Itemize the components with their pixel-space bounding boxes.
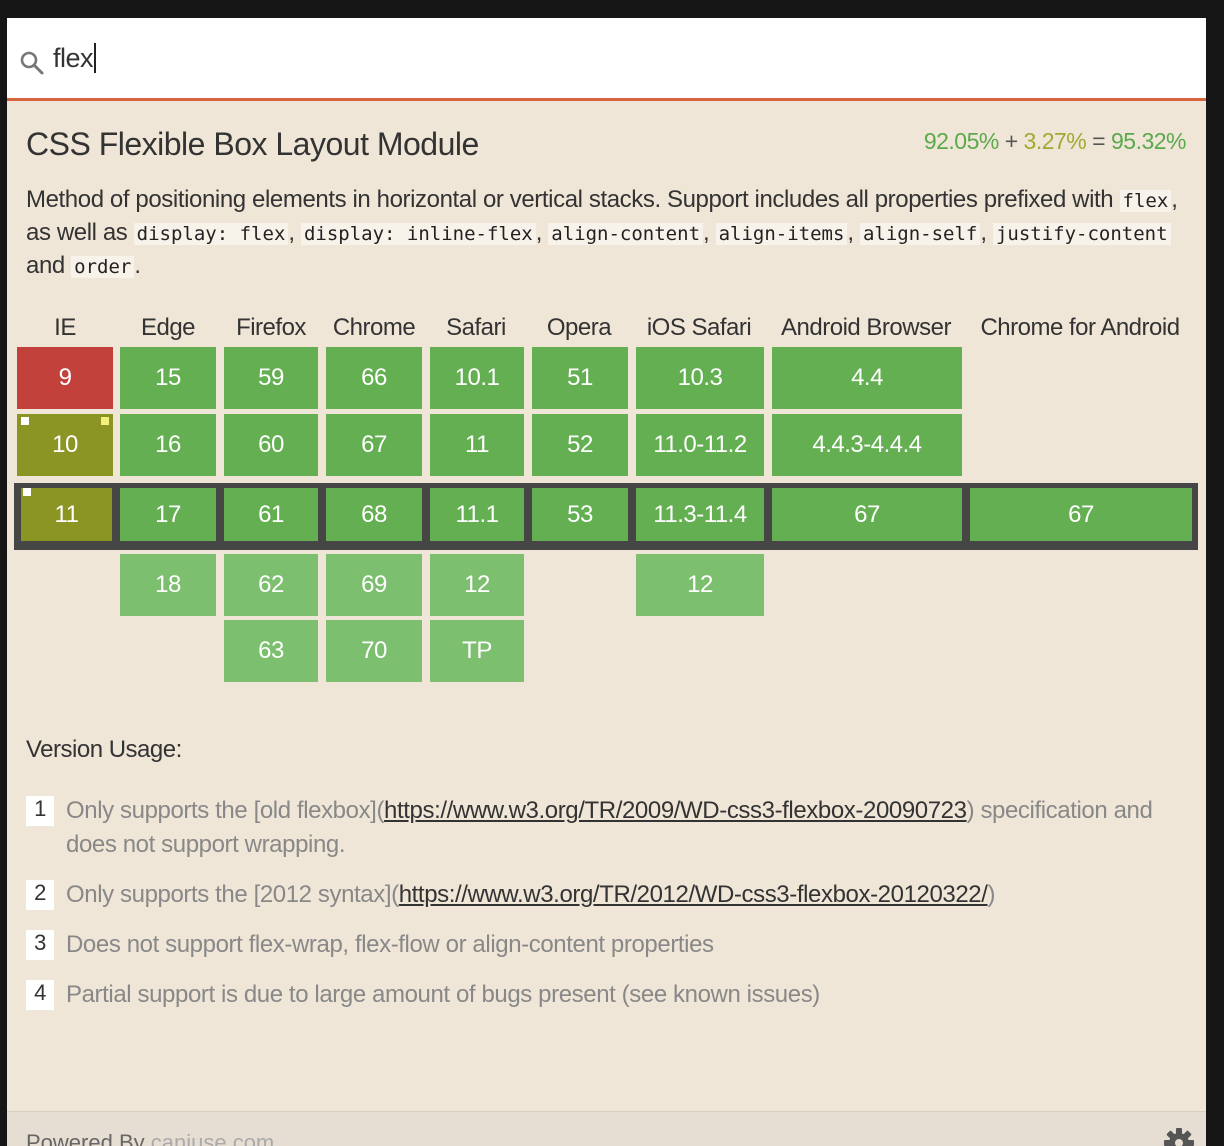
- note-1: 1 Only supports the [old flexbox](https:…: [26, 794, 1176, 862]
- note-text: Does not support flex-wrap, flex-flow or…: [66, 931, 714, 958]
- cell-ie-10-label: 10: [52, 431, 78, 458]
- cell-chrome-68[interactable]: 68: [326, 488, 422, 541]
- note-link[interactable]: https://www.w3.org/TR/2009/WD-css3-flexb…: [384, 797, 967, 824]
- note-text: Only supports the [old flexbox](https://…: [66, 794, 1176, 862]
- note-marker: [23, 488, 31, 496]
- cell-ios-safari-10-3[interactable]: 10.3: [636, 347, 764, 409]
- caniuse-link[interactable]: caniuse.com: [151, 1130, 275, 1146]
- cell-firefox-59[interactable]: 59: [224, 347, 318, 409]
- cell-ie-11[interactable]: 11: [21, 488, 112, 541]
- cell-chrome-for-android-67[interactable]: 67: [970, 488, 1192, 541]
- version-usage-label: Version Usage:: [26, 736, 182, 763]
- note-3: 3 Does not support flex-wrap, flex-flow …: [26, 928, 1176, 962]
- support-table: 9 10 11 15 16 17 18 59 60 61 62 63 66 67…: [7, 18, 1206, 738]
- note-text-before: Only supports the [old flexbox](: [66, 797, 385, 824]
- cell-safari-11-1[interactable]: 11.1: [430, 488, 524, 541]
- cell-android-browser-4-4-3-4-4-4[interactable]: 4.4.3-4.4.4: [772, 414, 962, 476]
- note-text-before: Only supports the [2012 syntax](: [66, 881, 399, 908]
- footer: Powered By caniuse.com: [7, 1111, 1206, 1146]
- cell-safari-tp[interactable]: TP: [430, 620, 524, 682]
- cell-edge-16[interactable]: 16: [120, 414, 216, 476]
- gear-icon[interactable]: [1162, 1126, 1196, 1146]
- note-number: 2: [26, 880, 54, 910]
- note-marker: [21, 417, 29, 425]
- cell-ie-11-label: 11: [54, 500, 79, 528]
- cell-opera-51[interactable]: 51: [532, 347, 628, 409]
- footer-text: Powered By caniuse.com: [26, 1130, 274, 1146]
- cell-ios-safari-12[interactable]: 12: [636, 554, 764, 616]
- cell-ios-safari-11-0-11-2[interactable]: 11.0-11.2: [636, 414, 764, 476]
- cell-edge-17[interactable]: 17: [120, 488, 216, 541]
- cell-firefox-60[interactable]: 60: [224, 414, 318, 476]
- note-number: 4: [26, 980, 54, 1010]
- cell-ie-9[interactable]: 9: [17, 347, 113, 409]
- cell-ie-10[interactable]: 10: [17, 414, 113, 476]
- cell-opera-52[interactable]: 52: [532, 414, 628, 476]
- note-link[interactable]: https://www.w3.org/TR/2012/WD-css3-flexb…: [399, 881, 988, 908]
- cell-chrome-69[interactable]: 69: [326, 554, 422, 616]
- cell-firefox-61[interactable]: 61: [224, 488, 318, 541]
- cell-android-browser-4-4[interactable]: 4.4: [772, 347, 962, 409]
- cell-ios-safari-11-3-11-4[interactable]: 11.3-11.4: [636, 488, 764, 541]
- cell-safari-11[interactable]: 11: [430, 414, 524, 476]
- note-4: 4 Partial support is due to large amount…: [26, 978, 1176, 1012]
- note-text: Only supports the [2012 syntax](https://…: [66, 878, 1176, 912]
- cell-safari-12[interactable]: 12: [430, 554, 524, 616]
- cell-edge-18[interactable]: 18: [120, 554, 216, 616]
- cell-firefox-63[interactable]: 63: [224, 620, 318, 682]
- caniuse-panel: flex CSS Flexible Box Layout Module 92.0…: [7, 18, 1206, 1146]
- cell-android-browser-67[interactable]: 67: [772, 488, 962, 541]
- cell-safari-10-1[interactable]: 10.1: [430, 347, 524, 409]
- note-text-after: ): [987, 881, 996, 908]
- cell-edge-15[interactable]: 15: [120, 347, 216, 409]
- note-text: Partial support is due to large amount o…: [66, 981, 820, 1008]
- note-number: 1: [26, 796, 54, 826]
- cell-chrome-67[interactable]: 67: [326, 414, 422, 476]
- cell-chrome-66[interactable]: 66: [326, 347, 422, 409]
- note-2: 2 Only supports the [2012 syntax](https:…: [26, 878, 1176, 912]
- cell-opera-53[interactable]: 53: [532, 488, 628, 541]
- prefix-marker: [101, 417, 109, 425]
- cell-chrome-70[interactable]: 70: [326, 620, 422, 682]
- cell-firefox-62[interactable]: 62: [224, 554, 318, 616]
- note-number: 3: [26, 930, 54, 960]
- powered-by-label: Powered By: [26, 1130, 145, 1146]
